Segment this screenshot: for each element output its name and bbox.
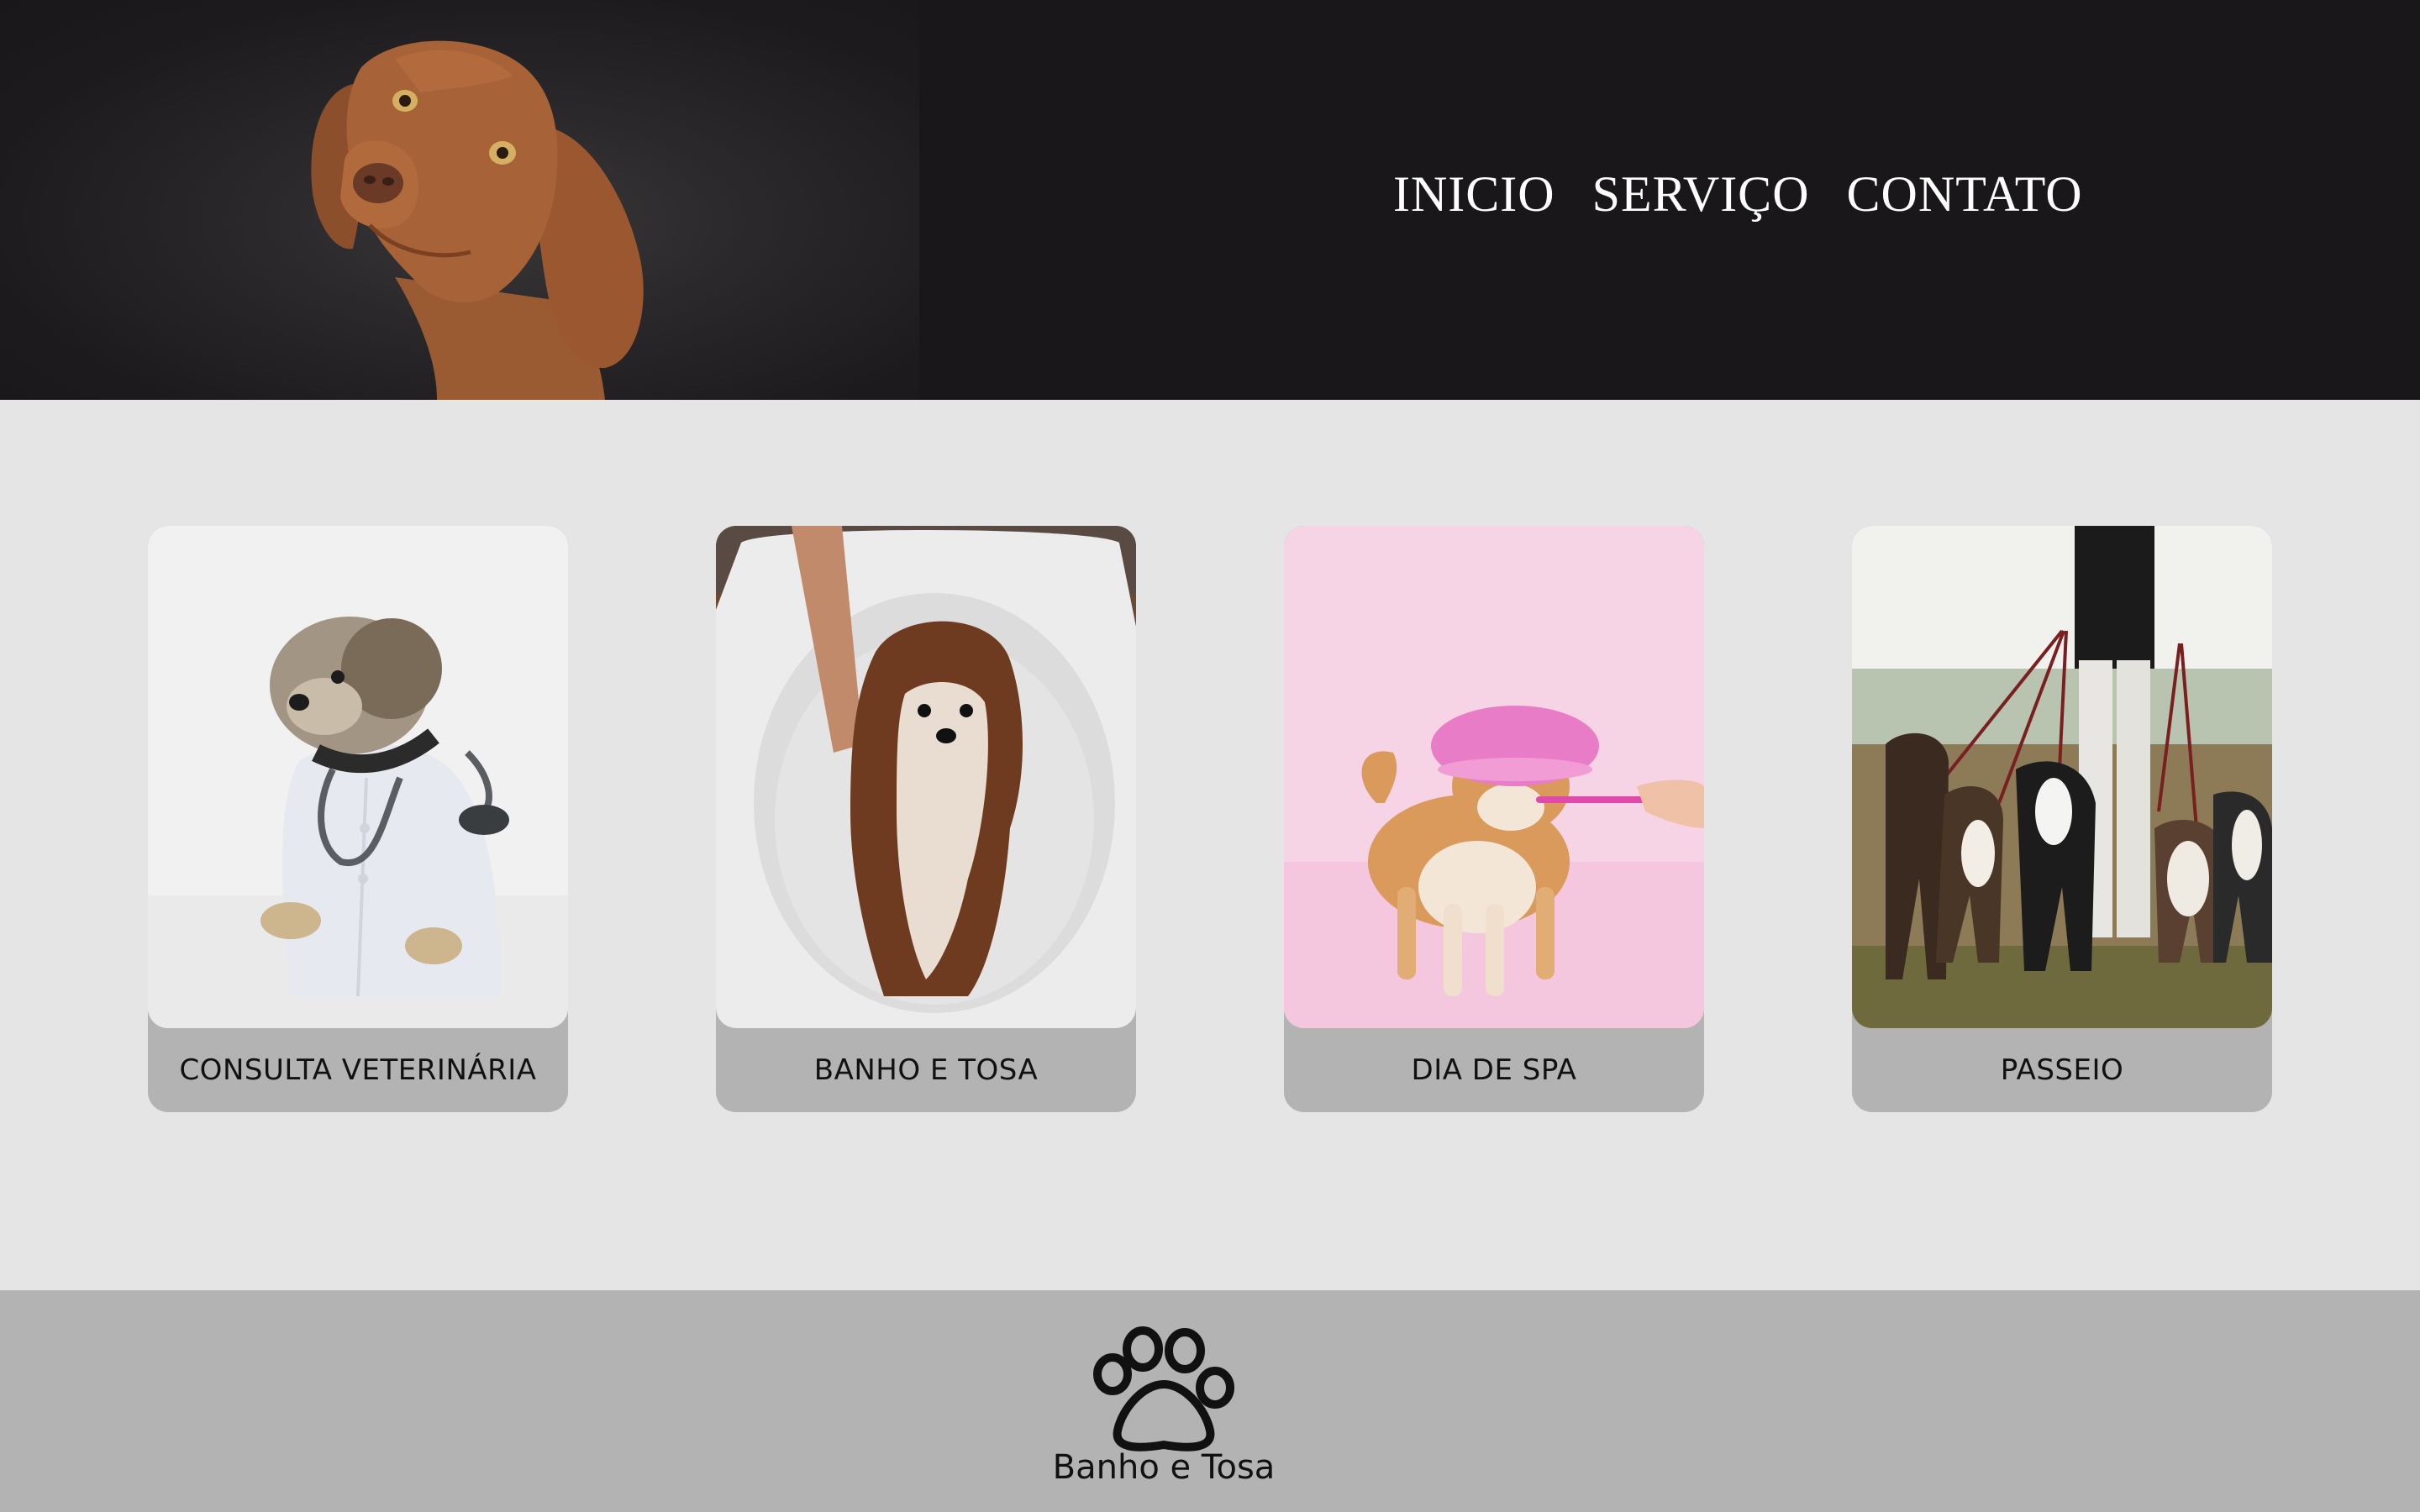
footer-brand: Banho e Tosa [1052, 1448, 1276, 1487]
walk-dogs-image [1852, 526, 2272, 1028]
nav-link-inicio[interactable]: INICIO [1393, 165, 1555, 223]
vet-dog-image [148, 526, 568, 1028]
site-header: INICIO SERVIÇO CONTATO [0, 0, 2420, 400]
paw-icon [1093, 1326, 1234, 1452]
services-section: CONSULTA VETERINÁRIA BANHO E TOSA DIA DE… [0, 400, 2420, 1290]
service-label: CONSULTA VETERINÁRIA [179, 1053, 537, 1087]
service-card-spa[interactable]: DIA DE SPA [1284, 526, 1704, 1112]
service-label: DIA DE SPA [1411, 1053, 1577, 1087]
main-nav: INICIO SERVIÇO CONTATO [1393, 156, 2083, 232]
site-footer: Banho e Tosa [0, 1290, 2420, 1512]
hero-dog-image [0, 0, 919, 400]
service-card-passeio[interactable]: PASSEIO [1852, 526, 2272, 1112]
nav-link-servico[interactable]: SERVIÇO [1592, 165, 1810, 223]
service-card-consulta[interactable]: CONSULTA VETERINÁRIA [148, 526, 568, 1112]
service-card-banho-tosa[interactable]: BANHO E TOSA [716, 526, 1136, 1112]
service-label: BANHO E TOSA [813, 1053, 1039, 1087]
bath-dog-image [716, 526, 1136, 1028]
nav-link-contato[interactable]: CONTATO [1847, 165, 2083, 223]
spa-dog-image [1284, 526, 1704, 1028]
service-label: PASSEIO [2000, 1053, 2124, 1087]
